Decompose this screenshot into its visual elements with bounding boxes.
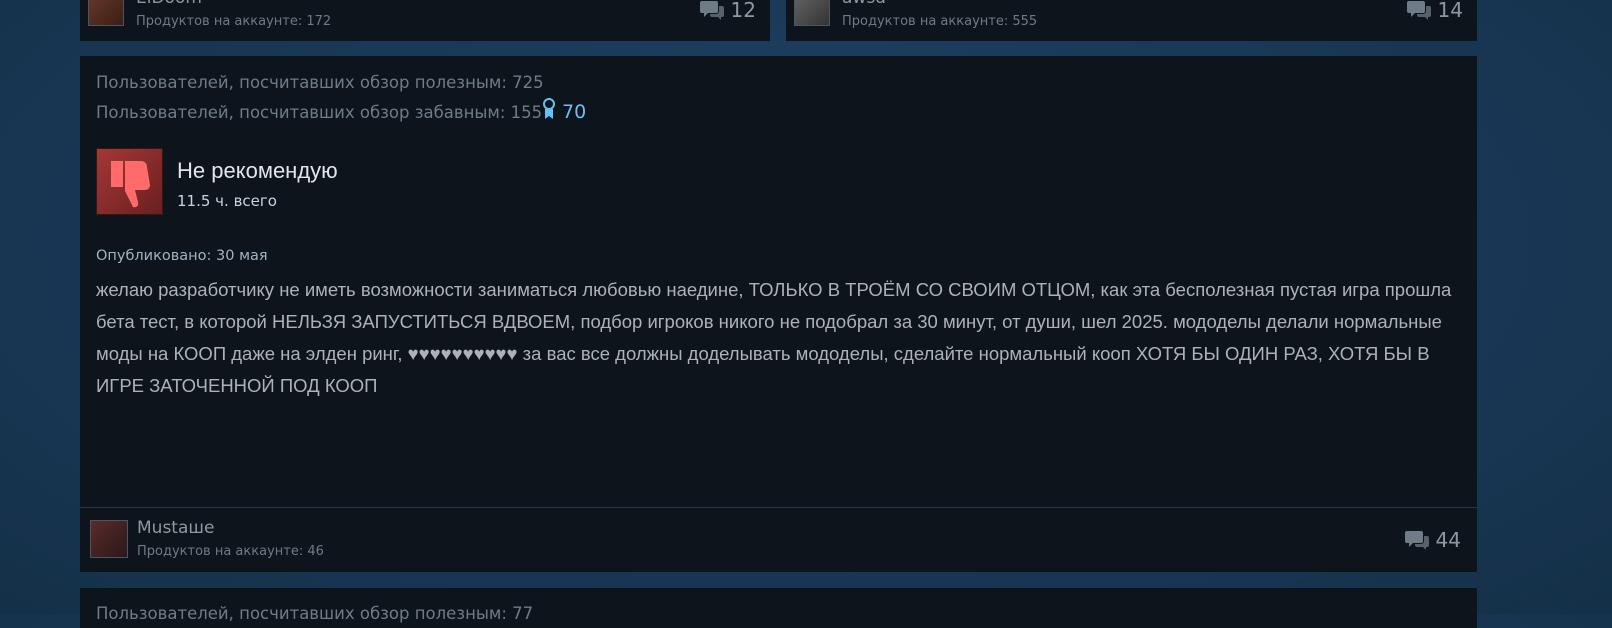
hours-played: 11.5 ч. всего — [177, 192, 277, 210]
thumbs-down-icon — [97, 161, 162, 218]
avatar[interactable] — [90, 520, 128, 558]
review-text: желаю разработчику не иметь возможности … — [96, 279, 1452, 396]
comment-bubble-icon — [1404, 529, 1430, 551]
posted-date: Опубликовано: 30 мая — [96, 248, 268, 264]
award-badge[interactable]: 70 — [542, 98, 586, 125]
review-card-next: Пользователей, посчитавших обзор полезны… — [80, 588, 1477, 628]
author-name[interactable]: Mustaшe — [137, 518, 214, 538]
author-products: Продуктов на аккаунте: 172 — [136, 14, 332, 29]
comments-button[interactable]: 44 — [1404, 528, 1461, 552]
review-card-top-right: awsd Продуктов на аккаунте: 555 14 — [786, 0, 1477, 41]
comments-button[interactable]: 12 — [699, 0, 756, 22]
avatar[interactable] — [88, 0, 124, 26]
funny-count: Пользователей, посчитавших обзор забавны… — [96, 103, 543, 122]
author-products: Продуктов на аккаунте: 46 — [137, 544, 324, 559]
review-card-top-left: ElDoom Продуктов на аккаунте: 172 12 — [80, 0, 770, 41]
award-icon — [542, 98, 556, 125]
author-name[interactable]: ElDoom — [136, 0, 202, 8]
comments-button[interactable]: 14 — [1406, 0, 1463, 22]
comments-count: 14 — [1437, 0, 1463, 22]
author-name[interactable]: awsd — [842, 0, 886, 8]
divider — [80, 507, 1477, 508]
comments-count: 44 — [1435, 528, 1461, 552]
review-card: Пользователей, посчитавших обзор полезны… — [80, 56, 1477, 572]
verdict-title[interactable]: Не рекомендую — [177, 158, 338, 184]
comment-bubble-icon — [1406, 0, 1432, 21]
comment-bubble-icon — [699, 0, 725, 21]
comments-count: 12 — [730, 0, 756, 22]
helpful-count: Пользователей, посчитавших обзор полезны… — [96, 73, 544, 92]
verdict-thumb[interactable] — [96, 148, 163, 215]
author-products: Продуктов на аккаунте: 555 — [842, 14, 1038, 29]
award-count: 70 — [562, 100, 587, 123]
avatar[interactable] — [794, 0, 830, 26]
